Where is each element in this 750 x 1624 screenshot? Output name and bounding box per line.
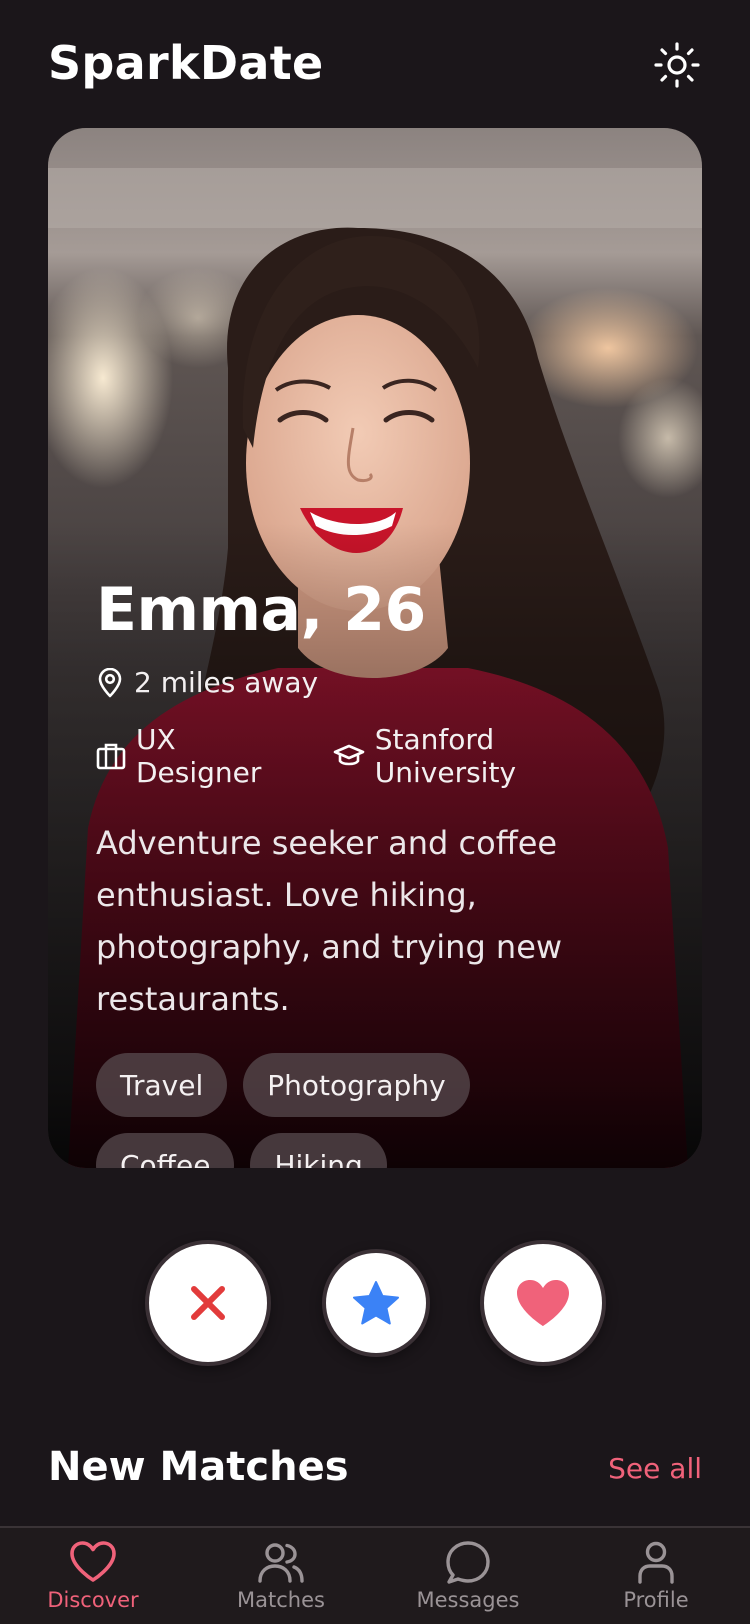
nav-label-discover: Discover bbox=[47, 1588, 139, 1612]
distance-text: 2 miles away bbox=[134, 666, 319, 699]
star-icon bbox=[353, 1281, 399, 1325]
swipe-actions bbox=[0, 1240, 750, 1370]
profile-card[interactable]: Emma, 26 2 miles away UX Designer Stanfo… bbox=[48, 128, 702, 1168]
job-text: UX Designer bbox=[136, 723, 262, 789]
graduation-cap-icon bbox=[333, 744, 365, 766]
like-button[interactable] bbox=[480, 1240, 606, 1366]
nav-item-messages[interactable]: Messages bbox=[393, 1540, 543, 1624]
user-icon bbox=[638, 1541, 674, 1584]
nav-label-profile: Profile bbox=[623, 1588, 689, 1612]
work-education-row: UX Designer Stanford University bbox=[96, 723, 662, 789]
close-icon bbox=[191, 1286, 225, 1320]
heart-icon bbox=[70, 1541, 116, 1582]
distance-row: 2 miles away bbox=[96, 666, 662, 699]
job: UX Designer bbox=[96, 723, 299, 789]
school-text: Stanford University bbox=[374, 723, 517, 789]
nav-item-discover[interactable]: Discover bbox=[18, 1540, 168, 1624]
location-pin-icon bbox=[98, 667, 122, 697]
profile-name-age: Emma, 26 bbox=[96, 575, 426, 645]
heart-icon bbox=[517, 1280, 569, 1326]
interest-tags: Travel Photography Coffee Hiking bbox=[96, 1053, 616, 1168]
interest-tag: Travel bbox=[96, 1053, 228, 1117]
nav-label-matches: Matches bbox=[237, 1588, 325, 1612]
new-matches-title: New Matches bbox=[48, 1444, 349, 1490]
theme-toggle-button[interactable] bbox=[652, 40, 702, 90]
new-matches-header: New Matches See all bbox=[48, 1444, 702, 1494]
bottom-nav: Discover Matches Messages Profile bbox=[0, 1526, 750, 1624]
interest-tag: Coffee bbox=[96, 1133, 235, 1168]
nope-button[interactable] bbox=[145, 1240, 271, 1366]
users-icon bbox=[258, 1543, 304, 1583]
app-title: SparkDate bbox=[48, 36, 324, 90]
profile-info: Emma, 26 2 miles away UX Designer Stanfo… bbox=[96, 580, 662, 1168]
nav-item-matches[interactable]: Matches bbox=[206, 1540, 356, 1624]
super-like-button[interactable] bbox=[322, 1249, 430, 1357]
profile-bio: Adventure seeker and coffee enthusiast. … bbox=[96, 824, 563, 1018]
distance: 2 miles away bbox=[96, 666, 318, 699]
nav-item-profile[interactable]: Profile bbox=[581, 1540, 731, 1624]
chat-bubble-icon bbox=[446, 1541, 490, 1584]
nav-label-messages: Messages bbox=[416, 1588, 520, 1612]
school: Stanford University bbox=[333, 723, 628, 789]
interest-tag: Hiking bbox=[250, 1133, 387, 1168]
interest-tag: Photography bbox=[243, 1053, 470, 1117]
briefcase-icon bbox=[96, 743, 126, 770]
header: SparkDate bbox=[0, 0, 750, 124]
sun-icon bbox=[654, 42, 700, 88]
see-all-link[interactable]: See all bbox=[608, 1452, 702, 1485]
app-screen: SparkDate Emma, 26 2 miles away UX Desig… bbox=[0, 0, 750, 1624]
